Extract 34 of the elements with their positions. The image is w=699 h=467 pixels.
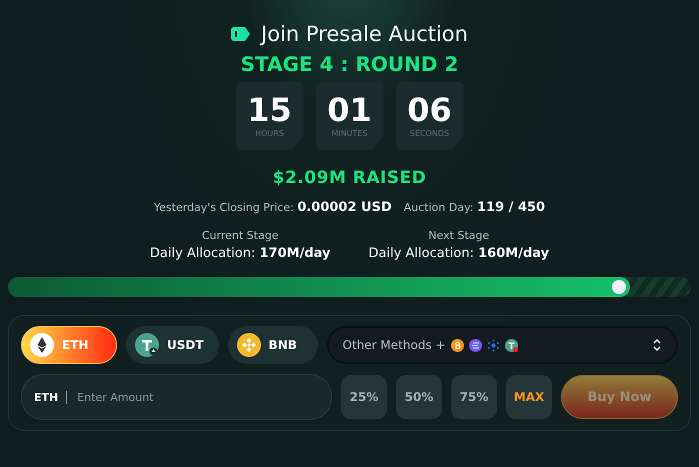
countdown-unit: HOURS: [255, 129, 284, 138]
stage-heading: Next Stage: [428, 229, 490, 242]
allocation-text: Daily Allocation: 170M/day: [150, 246, 330, 261]
other-methods-select[interactable]: Other Methods +: [326, 326, 678, 364]
percent-button[interactable]: 25%: [341, 375, 387, 419]
tether-icon: [504, 338, 518, 352]
amount-field[interactable]: ETH Enter Amount: [21, 374, 332, 420]
bitcoin-icon: [450, 338, 464, 352]
allocation-text: Daily Allocation: 160M/day: [368, 246, 550, 261]
percent-button[interactable]: 50%: [396, 375, 442, 419]
stage-label: STAGE 4 : ROUND 2: [240, 52, 458, 76]
chevron-updown-icon: [652, 338, 662, 352]
ticket-icon: [231, 27, 252, 41]
info-text: Auction Day: 119 / 450: [404, 200, 546, 215]
countdown-value: 06: [407, 94, 452, 126]
solana-icon: [468, 338, 482, 352]
bnb-icon: [236, 333, 261, 357]
network-icon: [486, 338, 500, 352]
stage-heading: Current Stage: [202, 229, 278, 242]
tether-icon: [135, 333, 159, 357]
currency-label: ETH: [34, 390, 68, 404]
info-text: Yesterday's Closing Price: 0.00002 USD: [154, 200, 392, 215]
currency-tab[interactable]: BNB: [228, 326, 318, 364]
raised-amount: $2.09M RAISED: [272, 168, 426, 188]
max-button[interactable]: MAX: [506, 375, 552, 419]
ethereum-icon: [30, 333, 54, 357]
countdown-unit: SECONDS: [410, 129, 450, 138]
countdown-unit: MINUTES: [331, 129, 368, 138]
countdown-value: 01: [327, 94, 372, 126]
currency-tab[interactable]: USDT: [126, 326, 219, 364]
countdown-value: 15: [247, 94, 292, 126]
title: Join Presale Auction: [261, 22, 468, 46]
amount-input[interactable]: Enter Amount: [75, 390, 319, 404]
percent-button[interactable]: 75%: [451, 375, 497, 419]
